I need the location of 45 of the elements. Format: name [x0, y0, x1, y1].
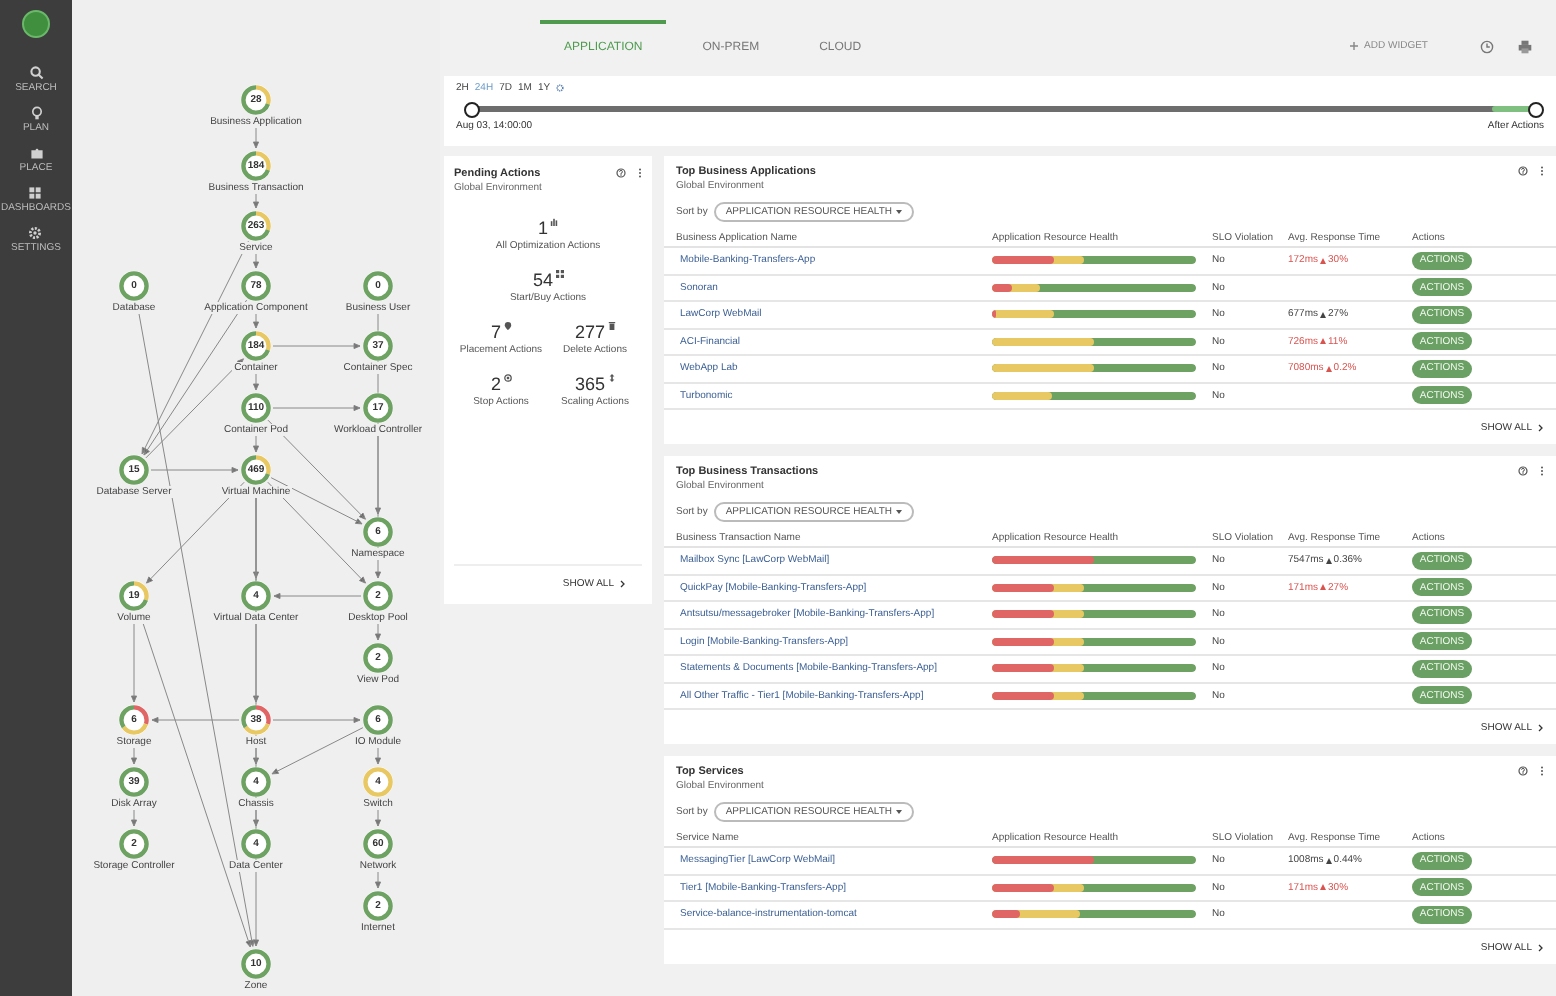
up-triangle-icon [1320, 338, 1327, 345]
search-icon [29, 66, 43, 80]
clock-icon[interactable] [1480, 39, 1494, 53]
print-icon[interactable] [1518, 39, 1532, 53]
metric-value: 7 [490, 322, 501, 342]
caret-icon [896, 210, 903, 214]
stop-icon [503, 374, 511, 382]
up-triangle-icon [1325, 857, 1332, 864]
metric-value: 54 [532, 270, 553, 290]
lightbulb-icon [29, 106, 43, 120]
help-icon[interactable] [1518, 466, 1528, 476]
trash-icon [607, 322, 616, 330]
settings-icon[interactable] [556, 84, 565, 92]
up-triangle-icon [1320, 311, 1327, 318]
slider-handle[interactable] [464, 101, 480, 117]
metric-value: 277 [574, 322, 606, 342]
metric-value: 2 [490, 374, 501, 394]
bars-icon [550, 218, 558, 226]
help-icon[interactable] [1518, 166, 1528, 176]
chevron-right-icon [620, 580, 626, 588]
connector-arrow [272, 404, 361, 412]
help-icon[interactable] [616, 168, 626, 178]
chevron-right-icon [1538, 724, 1544, 732]
up-triangle-icon [1320, 584, 1327, 591]
chevron-right-icon [1538, 943, 1544, 951]
metric-value: 1 [537, 218, 548, 238]
caret-icon [896, 810, 903, 814]
connector-arrow [272, 342, 361, 350]
up-triangle-icon [1320, 884, 1327, 891]
grid-icon [555, 270, 563, 278]
up-triangle-icon [1320, 257, 1327, 264]
metric-value: 365 [574, 374, 606, 394]
pin-icon [503, 322, 511, 330]
plus-icon [1350, 42, 1359, 50]
slider-handle[interactable] [1528, 101, 1544, 117]
settings-icon [28, 226, 43, 240]
up-triangle-icon [1325, 557, 1332, 564]
up-triangle-icon [1325, 365, 1332, 372]
help-icon[interactable] [1518, 766, 1528, 776]
chevron-right-icon [1538, 424, 1544, 432]
logo-icon[interactable] [22, 10, 50, 38]
connector-arrow [272, 716, 361, 724]
connector-arrow [273, 592, 362, 600]
caret-icon [896, 510, 903, 514]
dashboard-icon [28, 186, 43, 200]
